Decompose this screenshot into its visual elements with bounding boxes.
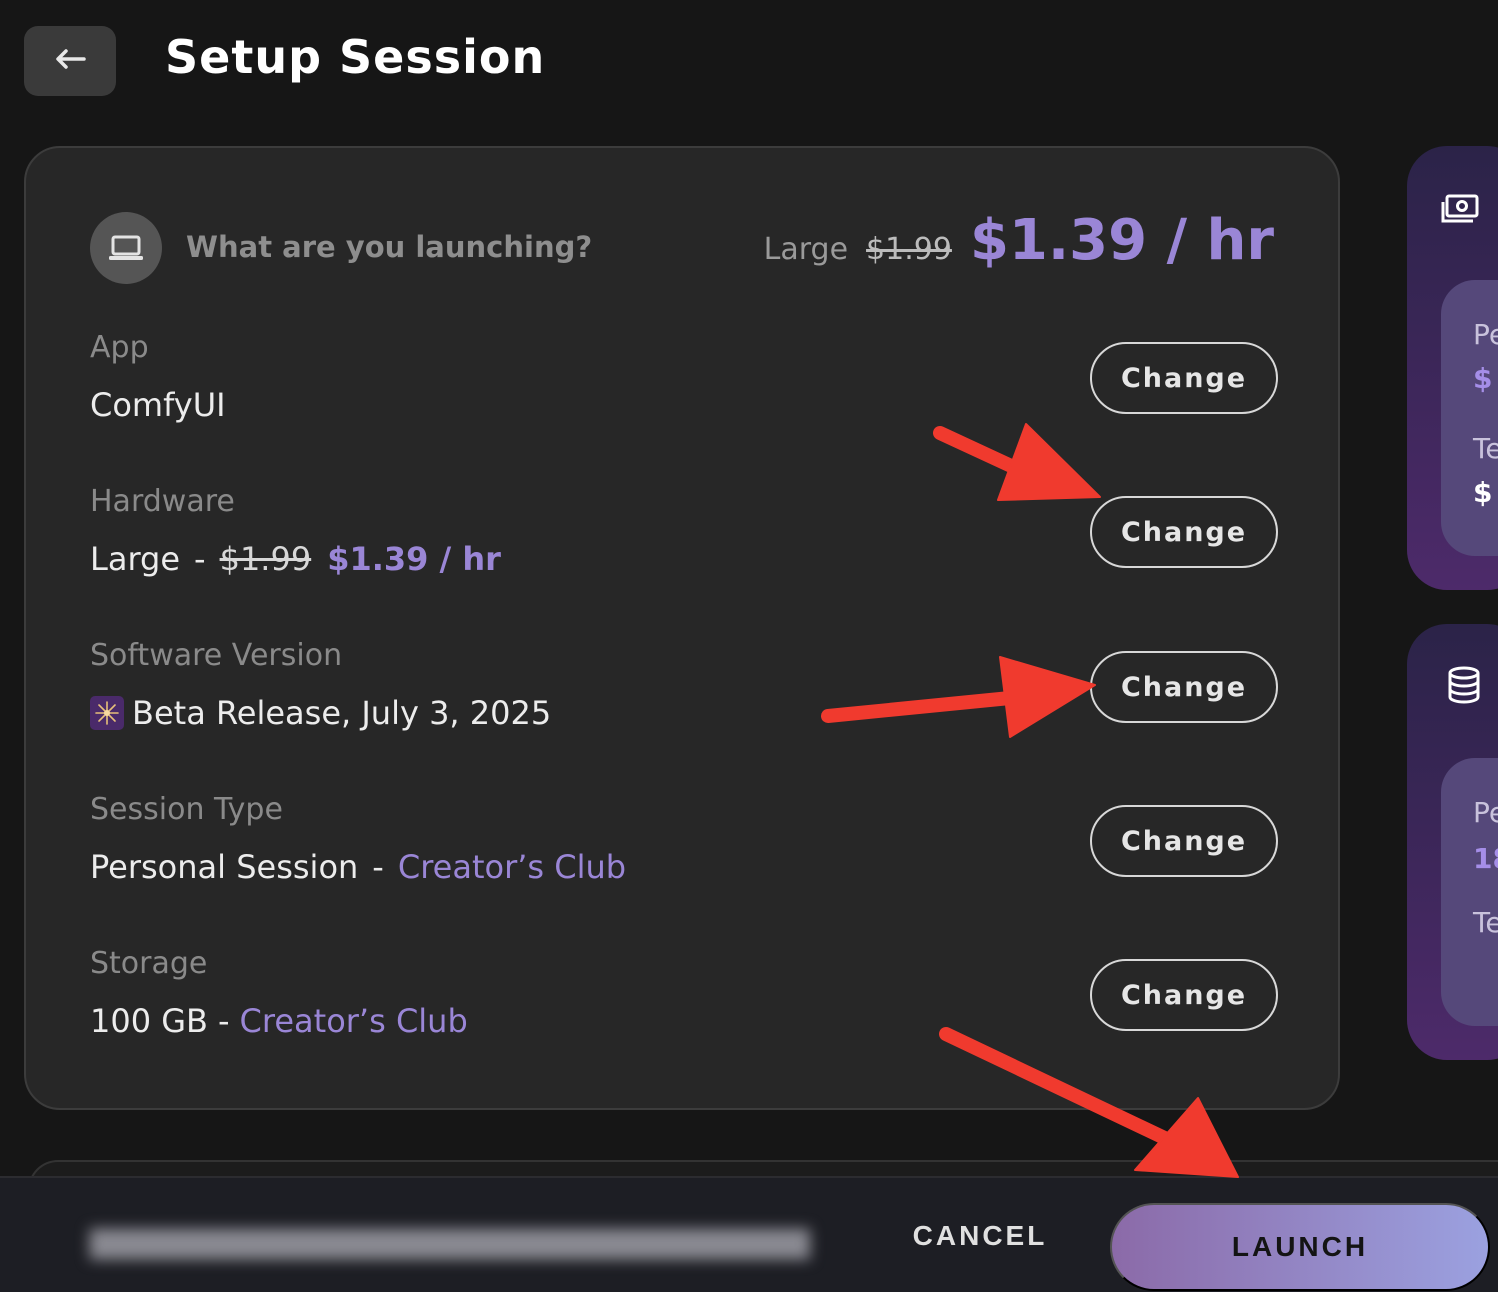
hardware-value: Large - $1.99 $1.39 / hr <box>90 540 501 578</box>
storage-plan-link[interactable]: Creator’s Club <box>240 1002 468 1040</box>
session-type-label: Session Type <box>90 792 283 827</box>
storage-line-3: Te <box>1473 906 1498 939</box>
change-hardware-button[interactable]: Change <box>1090 496 1278 568</box>
change-software-version-button[interactable]: Change <box>1090 651 1278 723</box>
pricing-line-4: $ <box>1473 476 1493 509</box>
cancel-button[interactable]: CANCEL <box>900 1208 1060 1264</box>
change-session-type-button[interactable]: Change <box>1090 805 1278 877</box>
storage-side-panel: Pe 18 Te <box>1407 624 1498 1060</box>
pricing-line-3: Te <box>1473 432 1498 465</box>
change-app-button[interactable]: Change <box>1090 342 1278 414</box>
hardware-label: Hardware <box>90 484 235 519</box>
back-button[interactable] <box>24 26 116 96</box>
database-icon <box>1447 666 1481 708</box>
change-storage-button[interactable]: Change <box>1090 959 1278 1031</box>
software-version-value: Beta Release, July 3, 2025 <box>90 694 551 732</box>
storage-size: 100 GB <box>90 1002 208 1040</box>
money-icon <box>1441 194 1481 228</box>
tier-label: Large <box>763 232 849 267</box>
hardware-original-price: $1.99 <box>219 540 312 578</box>
session-plan-link[interactable]: Creator’s Club <box>398 848 626 886</box>
app-value: ComfyUI <box>90 386 226 424</box>
footer-bar: ████████████████████████████████████ CAN… <box>0 1176 1498 1292</box>
discounted-price: $1.39 / hr <box>969 208 1274 273</box>
storage-label: Storage <box>90 946 208 981</box>
storage-line-1: Pe <box>1473 796 1498 829</box>
price-summary: Large $1.99 $1.39 / hr <box>764 208 1274 273</box>
launch-config-card: What are you launching? Large $1.99 $1.3… <box>24 146 1340 1110</box>
separator: - <box>372 848 384 886</box>
pricing-side-panel: Pe $ Te $ <box>1407 146 1498 590</box>
storage-line-2: 18 <box>1473 842 1498 875</box>
storage-value: 100 GB - Creator’s Club <box>90 1002 468 1040</box>
storage-side-inner: Pe 18 Te <box>1441 758 1498 1026</box>
software-version-label: Software Version <box>90 638 343 673</box>
sparkler-icon <box>90 696 124 730</box>
separator: - <box>218 1002 230 1040</box>
separator: - <box>194 540 206 578</box>
hardware-tier: Large <box>90 540 181 578</box>
blurred-footer-text: ████████████████████████████████████ <box>90 1230 810 1260</box>
session-type-value: Personal Session - Creator’s Club <box>90 848 626 886</box>
pricing-line-2: $ <box>1473 362 1493 395</box>
software-version-text: Beta Release, July 3, 2025 <box>132 694 552 732</box>
arrow-left-icon <box>54 48 86 74</box>
hardware-discounted-price: $1.39 / hr <box>327 540 501 578</box>
pricing-line-1: Pe <box>1473 318 1498 351</box>
session-type-text: Personal Session <box>90 848 359 886</box>
app-label: App <box>90 330 149 365</box>
launch-question: What are you launching? <box>186 230 593 264</box>
page-title: Setup Session <box>165 30 546 84</box>
original-price: $1.99 <box>866 232 952 267</box>
pricing-side-inner: Pe $ Te $ <box>1441 280 1498 556</box>
laptop-icon <box>90 212 162 284</box>
launch-button[interactable]: LAUNCH <box>1110 1203 1490 1291</box>
